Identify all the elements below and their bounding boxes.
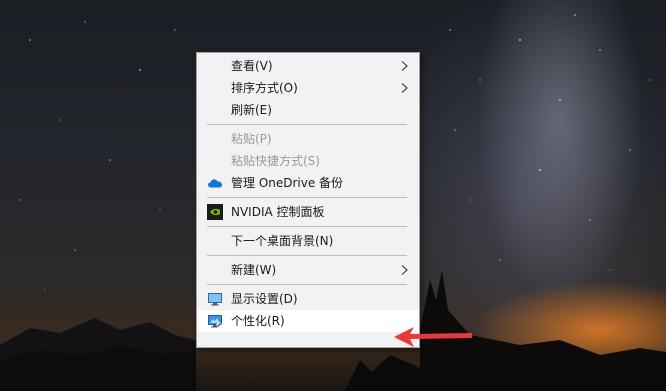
- menu-item-label: NVIDIA 控制面板: [231, 205, 325, 219]
- menu-item-label: 管理 OneDrive 备份: [231, 176, 344, 190]
- menu-item-manage-onedrive-backup[interactable]: 管理 OneDrive 备份: [197, 172, 419, 194]
- red-arrow-annotation: [394, 327, 472, 347]
- menu-item-label: 新建(W): [231, 263, 277, 277]
- menu-item-label: 查看(V): [231, 59, 273, 73]
- submenu-arrow-icon: [401, 83, 408, 93]
- submenu-arrow-icon: [401, 265, 408, 275]
- menu-separator: [207, 284, 407, 285]
- menu-separator: [207, 255, 407, 256]
- menu-item-paste: 粘贴(P): [197, 128, 419, 150]
- menu-item-personalize[interactable]: 个性化(R): [197, 310, 419, 332]
- menu-item-paste-shortcut: 粘贴快捷方式(S): [197, 150, 419, 172]
- personalize-monitor-icon: [208, 315, 222, 328]
- display-monitor-icon: [208, 293, 222, 306]
- menu-item-label: 刷新(E): [231, 103, 272, 117]
- onedrive-cloud-icon: [208, 179, 222, 188]
- menu-item-label: 粘贴快捷方式(S): [231, 154, 320, 168]
- menu-item-new[interactable]: 新建(W): [197, 259, 419, 281]
- nvidia-icon: [207, 204, 223, 220]
- menu-item-label: 粘贴(P): [231, 132, 272, 146]
- menu-item-label: 显示设置(D): [231, 292, 298, 306]
- menu-separator: [207, 226, 407, 227]
- submenu-arrow-icon: [401, 61, 408, 71]
- menu-item-sort-by[interactable]: 排序方式(O): [197, 77, 419, 99]
- menu-item-label: 排序方式(O): [231, 81, 298, 95]
- desktop-context-menu: 查看(V) 排序方式(O) 刷新(E) 粘贴(P) 粘贴快捷方式(S) 管理 O…: [196, 52, 420, 348]
- menu-item-label: 下一个桌面背景(N): [231, 234, 334, 248]
- menu-item-refresh[interactable]: 刷新(E): [197, 99, 419, 121]
- menu-item-nvidia-control-panel[interactable]: NVIDIA 控制面板: [197, 201, 419, 223]
- menu-item-next-desktop-background[interactable]: 下一个桌面背景(N): [197, 230, 419, 252]
- menu-separator: [207, 197, 407, 198]
- menu-item-display-settings[interactable]: 显示设置(D): [197, 288, 419, 310]
- menu-separator: [207, 124, 407, 125]
- menu-item-view[interactable]: 查看(V): [197, 55, 419, 77]
- menu-item-label: 个性化(R): [231, 314, 285, 328]
